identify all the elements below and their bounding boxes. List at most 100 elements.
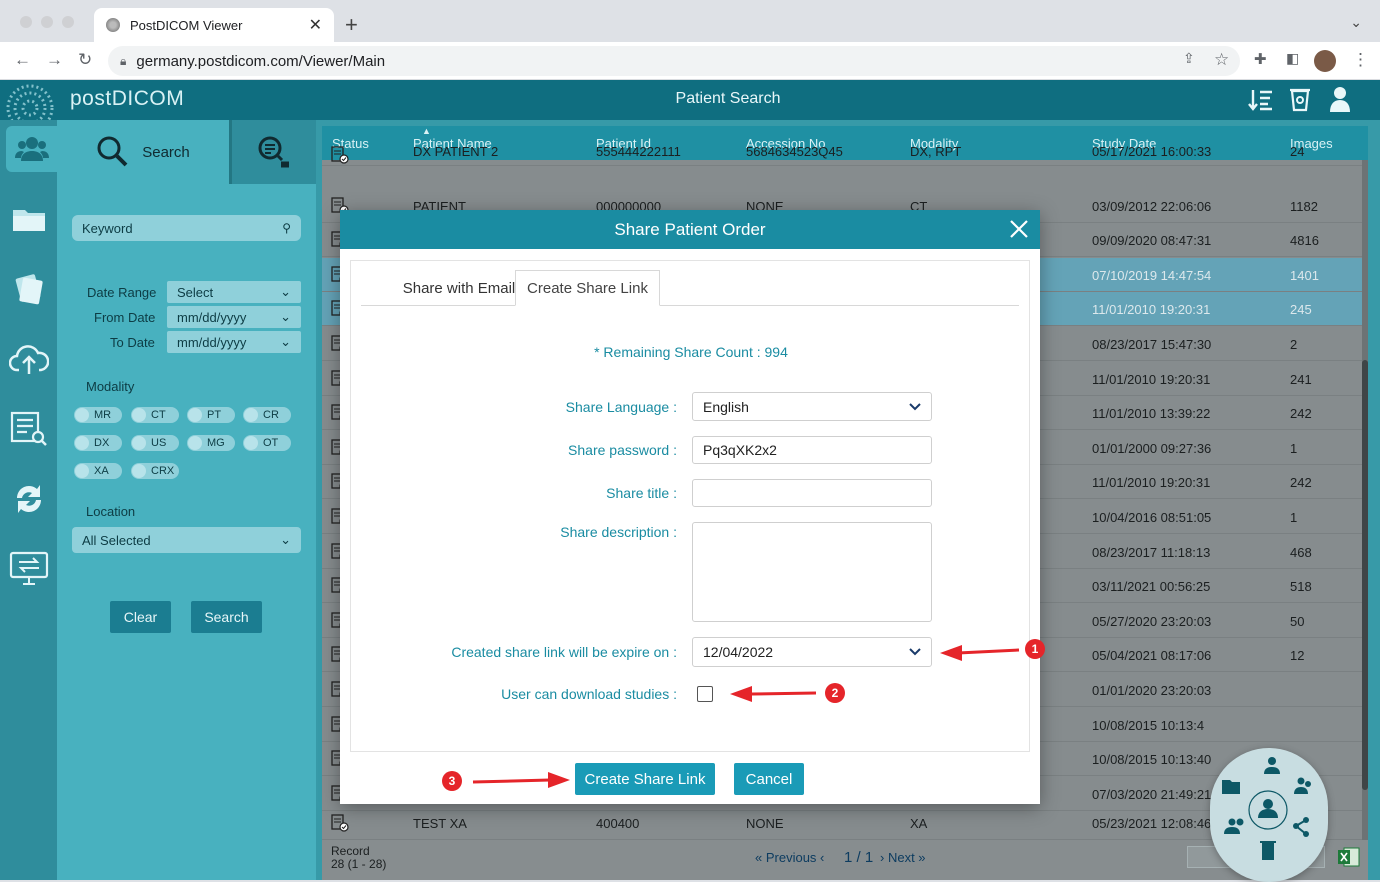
chevron-down-icon <box>909 402 921 410</box>
tab-create-share-link[interactable]: Create Share Link <box>515 270 660 306</box>
add-user-button[interactable] <box>1254 748 1290 780</box>
assign-user-button[interactable] <box>1248 790 1290 832</box>
cancel-button[interactable]: Cancel <box>734 763 804 795</box>
close-icon[interactable] <box>1008 218 1030 240</box>
create-share-link-button[interactable]: Create Share Link <box>575 763 715 795</box>
modality-label: CT <box>151 409 166 421</box>
extensions-icon[interactable]: ✚ <box>1254 50 1267 68</box>
nav-studies[interactable] <box>6 266 52 312</box>
browser-chrome: PostDICOM Viewer ✕ + ⌄ ← → ↻ 🔒︎ germany.… <box>0 0 1380 80</box>
profile-avatar[interactable] <box>1314 50 1336 72</box>
cell-date: 05/23/2021 12:08:46 <box>1092 816 1212 831</box>
share-description-textarea[interactable] <box>692 522 932 622</box>
tab-advanced-search[interactable] <box>229 120 316 184</box>
dialog-title: Share Patient Order <box>614 219 766 239</box>
modality-toggle[interactable]: CT <box>131 407 179 423</box>
sidepanel-icon[interactable]: ◧ <box>1286 50 1299 67</box>
browser-tab[interactable]: PostDICOM Viewer ✕ <box>94 8 334 42</box>
new-tab-icon[interactable]: + <box>345 12 358 38</box>
tab-search[interactable]: Search <box>57 120 229 184</box>
next-label: Next <box>887 850 915 865</box>
from-date-select[interactable]: mm/dd/yyyy ⌄ <box>167 306 301 328</box>
cell-date: 05/04/2021 08:17:06 <box>1092 648 1212 664</box>
chevron-down-icon: ⌄ <box>280 284 291 299</box>
modality-toggle[interactable]: MG <box>187 435 235 451</box>
excel-export-icon[interactable] <box>1338 847 1360 867</box>
nav-patient-search[interactable] <box>6 126 57 172</box>
sort-list-icon[interactable] <box>1248 88 1274 112</box>
cell-date: 11/01/2010 19:20:31 <box>1092 371 1211 387</box>
modality-toggle[interactable]: MR <box>74 407 122 423</box>
modality-toggle[interactable]: CR <box>243 407 291 423</box>
sync-icon <box>16 485 42 513</box>
browser-toolbar: ← → ↻ 🔒︎ germany.postdicom.com/Viewer/Ma… <box>0 42 1380 80</box>
add-group-button[interactable] <box>1216 810 1252 844</box>
cell-date: 08/23/2017 11:18:13 <box>1092 544 1211 560</box>
study-status-icon[interactable] <box>331 814 349 832</box>
location-select[interactable]: All Selected ⌄ <box>72 527 301 553</box>
app-header: postDICOM Patient Search <box>0 80 1380 132</box>
delete-button[interactable] <box>1252 836 1286 870</box>
share-icon[interactable]: ⇪ <box>1183 50 1195 67</box>
to-date-select[interactable]: mm/dd/yyyy ⌄ <box>167 331 301 353</box>
cloud-upload-icon <box>9 345 49 374</box>
share-password-input[interactable]: Pq3qXK2x2 <box>692 436 932 464</box>
cell-images: 245 <box>1290 302 1312 318</box>
clear-button[interactable]: Clear <box>110 601 171 633</box>
modality-toggle[interactable]: OT <box>243 435 291 451</box>
keyword-search-icon[interactable]: ⚲ <box>282 221 291 235</box>
search-button[interactable]: Search <box>191 601 262 633</box>
window-close-dot[interactable] <box>20 16 32 28</box>
share-button[interactable] <box>1288 810 1324 844</box>
images-stack-icon <box>15 274 43 305</box>
window-minimize-dot[interactable] <box>41 16 53 28</box>
user-profile-icon[interactable] <box>1329 85 1351 113</box>
nav-upload[interactable] <box>6 336 52 382</box>
download-studies-checkbox[interactable] <box>697 686 713 702</box>
table-row[interactable]: DX PATIENT 2 555444222111 5684634523Q45 DX,… <box>322 144 1362 166</box>
modality-toggle[interactable]: PT <box>187 407 235 423</box>
cell-date: 09/09/2020 08:47:31 <box>1092 233 1212 249</box>
window-maximize-dot[interactable] <box>62 16 74 28</box>
share-title-input[interactable] <box>692 479 932 507</box>
bookmark-star-icon[interactable]: ☆ <box>1214 50 1229 70</box>
grid-scrollbar[interactable] <box>1362 160 1368 840</box>
share-language-select[interactable]: English <box>692 392 932 421</box>
date-range-select[interactable]: Select ⌄ <box>167 281 301 303</box>
modality-toggle[interactable]: CRX <box>131 463 179 479</box>
modality-toggle[interactable]: XA <box>74 463 122 479</box>
back-icon[interactable]: ← <box>14 50 31 70</box>
previous-page-link[interactable]: « Previous ‹ <box>755 850 824 865</box>
address-bar[interactable]: 🔒︎ germany.postdicom.com/Viewer/Main <box>108 46 1240 76</box>
study-status-icon[interactable] <box>331 146 349 164</box>
group-users-button[interactable] <box>1288 770 1324 804</box>
tab-list-icon[interactable]: ⌄ <box>1350 14 1362 31</box>
download-studies-label: User can download studies : <box>501 686 677 702</box>
expire-date-select[interactable]: 12/04/2022 <box>692 637 932 667</box>
cell-date: 11/01/2010 19:20:31 <box>1092 475 1211 491</box>
storage-icon[interactable] <box>1289 86 1311 112</box>
from-date-label: From Date <box>94 310 156 325</box>
modality-toggle[interactable]: US <box>131 435 179 451</box>
share-language-label: Share Language : <box>565 399 677 415</box>
share-password-label: Share password : <box>568 442 677 458</box>
share-patient-order-dialog: Share Patient Order Share with Email Cre… <box>340 210 1040 804</box>
forward-icon[interactable]: → <box>46 50 63 70</box>
nav-transfer[interactable] <box>6 546 52 592</box>
table-row[interactable]: TEST XA400400NONEXA05/23/2021 12:08:4625 <box>322 806 1362 840</box>
scrollbar-thumb[interactable] <box>1362 360 1368 790</box>
tab-close-icon[interactable]: ✕ <box>309 15 322 35</box>
location-value: All Selected <box>82 532 151 548</box>
nav-sync[interactable] <box>6 476 52 522</box>
cell-date: 10/08/2015 10:13:4 <box>1092 717 1205 733</box>
modality-toggle[interactable]: DX <box>74 435 122 451</box>
keyword-input[interactable]: Keyword ⚲ <box>72 215 301 241</box>
cell-images: 1182 <box>1290 198 1318 214</box>
share-language-value: English <box>703 398 749 415</box>
next-page-link[interactable]: › Next » <box>880 850 926 865</box>
menu-kebab-icon[interactable]: ⋮ <box>1352 50 1369 70</box>
chevron-down-icon: ⌄ <box>280 532 291 547</box>
nav-worklist[interactable] <box>6 406 52 452</box>
nav-folders[interactable] <box>6 196 52 242</box>
reload-icon[interactable]: ↻ <box>78 50 92 70</box>
